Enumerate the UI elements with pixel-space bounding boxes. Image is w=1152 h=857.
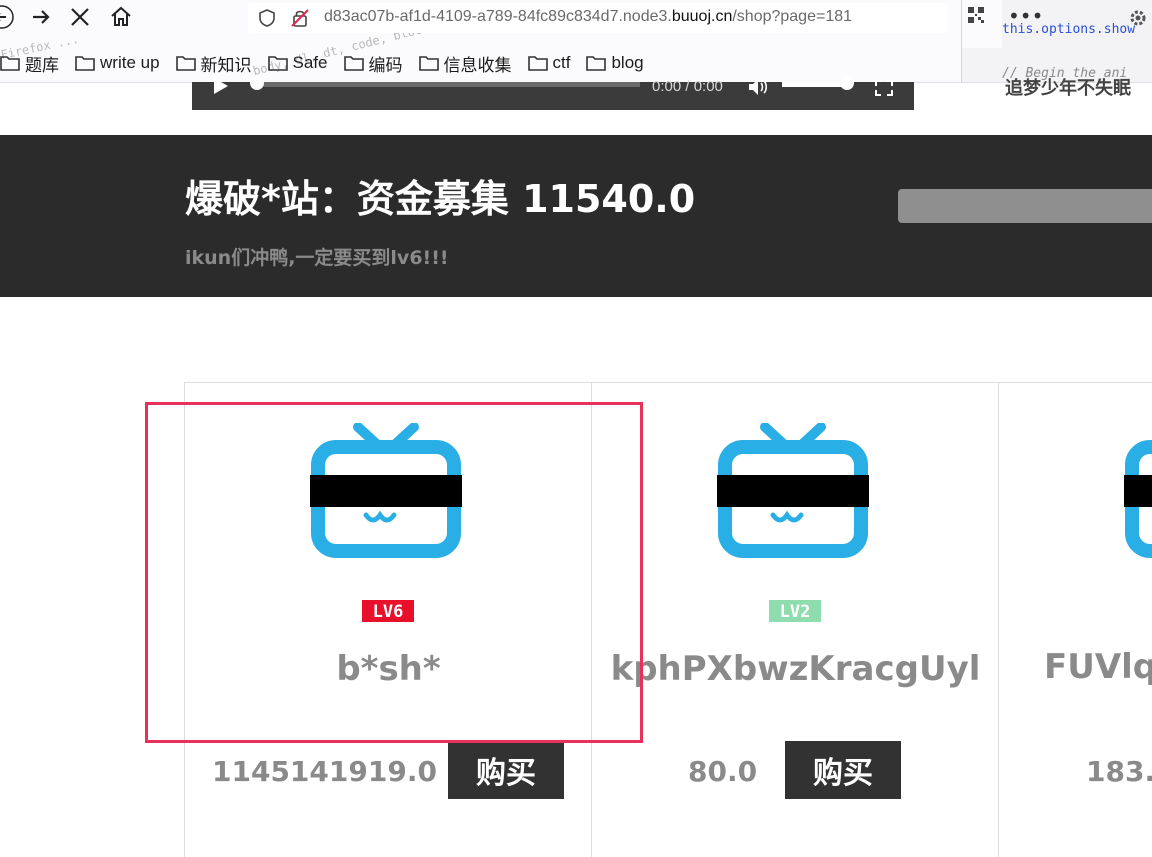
- shop-header: 爆破*站：资金募集 11540.0 ikun们冲鸭,一定要买到lv6!!!: [0, 135, 1152, 297]
- folder-icon: [175, 56, 196, 71]
- bilibili-tv-icon: [717, 423, 869, 558]
- gear-icon[interactable]: [1128, 8, 1148, 28]
- volume-icon[interactable]: [748, 78, 770, 96]
- video-time: 0:00 / 0:00: [652, 78, 723, 95]
- volume-handle[interactable]: [840, 76, 854, 90]
- bookmark-label: 题库: [25, 55, 59, 75]
- back-arrow-icon: [0, 5, 14, 29]
- folder-icon: [418, 56, 439, 71]
- folder-icon: [343, 56, 364, 71]
- folder-icon: [75, 56, 95, 71]
- forward-button[interactable]: [28, 4, 54, 30]
- folder-icon: [267, 56, 288, 71]
- seek-handle[interactable]: [250, 76, 264, 90]
- close-icon: [71, 8, 89, 26]
- forward-arrow-icon: [33, 10, 50, 24]
- bookmark-label: 信息收集: [443, 55, 512, 75]
- browser-chrome: Firefox ... body, dl, dt, code, blockquo…: [0, 0, 1152, 83]
- bookmark-label: 编码: [368, 55, 403, 75]
- folder-icon: [586, 56, 607, 71]
- back-button[interactable]: [0, 4, 18, 30]
- bilibili-tv-icon: [1124, 440, 1152, 558]
- fullscreen-icon[interactable]: [875, 80, 893, 96]
- product-name: FUVlqc: [1044, 647, 1152, 687]
- bookmark-label: 新知识: [200, 55, 252, 75]
- bookmark-item[interactable]: 题库: [0, 51, 59, 76]
- bookmark-item[interactable]: write up: [75, 53, 160, 73]
- bookmark-item[interactable]: 信息收集: [418, 51, 512, 76]
- video-player-controls: 0:00 / 0:00: [192, 76, 914, 110]
- insecure-lock-icon: [291, 9, 309, 27]
- devtools-code-line: this.options.show: [1002, 22, 1136, 37]
- bookmark-item[interactable]: ctf: [527, 53, 571, 73]
- side-heading: 追梦少年不失眠: [1005, 78, 1131, 98]
- bookmark-label: ctf: [552, 53, 571, 72]
- page-title: 爆破*站：资金募集 11540.0: [185, 177, 696, 221]
- play-icon[interactable]: [212, 78, 230, 94]
- volume-slider[interactable]: [782, 82, 848, 87]
- product-price: 80.0: [688, 755, 758, 788]
- bookmark-label: Safe: [292, 53, 328, 72]
- selection-highlight-box: [145, 402, 643, 743]
- page-subtitle: ikun们冲鸭,一定要买到lv6!!!: [185, 247, 449, 269]
- devtools-panel: ••• this.options.show // Begin the ani: [961, 0, 1152, 82]
- bookmark-item[interactable]: 新知识: [175, 51, 252, 76]
- buy-button[interactable]: 购买: [448, 741, 564, 799]
- product-name: kphPXbwzKracgUyl: [610, 649, 981, 689]
- level-badge-icon: LV2: [769, 600, 821, 622]
- product-price: 1145141919.0: [212, 755, 437, 788]
- address-bar[interactable]: d83ac07b-af1d-4109-a789-84fc89c834d7.nod…: [248, 3, 948, 33]
- bookmark-item[interactable]: 编码: [343, 51, 403, 76]
- svg-text:LV2: LV2: [780, 602, 811, 622]
- seek-bar[interactable]: [256, 82, 640, 87]
- bookmark-label: blog: [611, 53, 644, 72]
- folder-icon: [527, 56, 548, 71]
- search-input[interactable]: [898, 189, 1152, 223]
- stop-button[interactable]: [67, 4, 93, 30]
- bookmarks-toolbar: 题库 write up 新知识 Safe 编码 信息收集 ctf blog: [0, 50, 960, 76]
- qr-code-icon[interactable]: [967, 6, 985, 24]
- folder-icon: [0, 56, 20, 71]
- bookmark-label: write up: [100, 53, 160, 72]
- home-icon: [111, 6, 131, 26]
- product-card: LV2 kphPXbwzKracgUyl 80.0 购买: [591, 383, 999, 857]
- product-price: 183.0: [1086, 755, 1152, 788]
- product-card: FUVlqc 183.0: [998, 383, 1152, 857]
- buy-button[interactable]: 购买: [785, 741, 901, 799]
- bookmark-item[interactable]: Safe: [267, 53, 328, 73]
- home-button[interactable]: [108, 4, 134, 30]
- bookmark-item[interactable]: blog: [586, 53, 644, 73]
- url-text: d83ac07b-af1d-4109-a789-84fc89c834d7.nod…: [324, 8, 853, 25]
- shield-icon: [259, 9, 275, 27]
